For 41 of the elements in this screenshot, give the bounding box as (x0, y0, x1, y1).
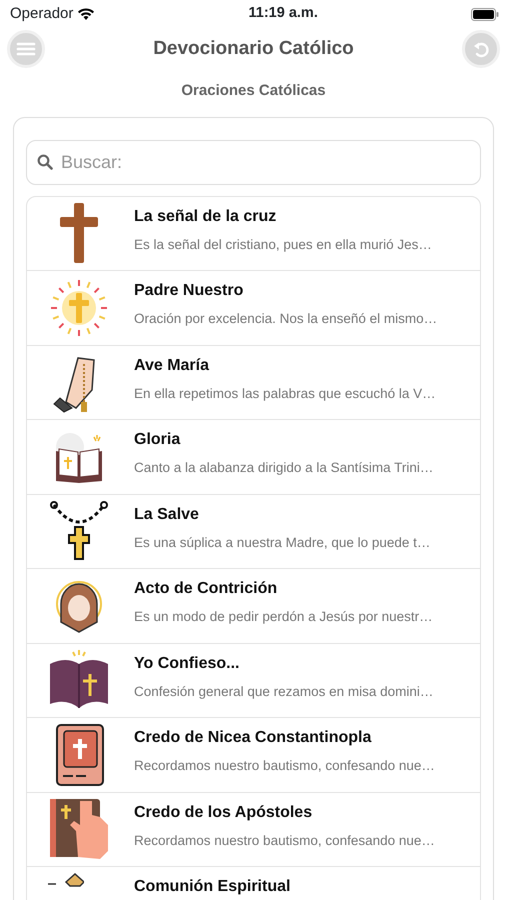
prayer-row[interactable]: Gloria Canto a la alabanza dirigido a la Santísima Trini… (27, 420, 480, 494)
prayer-row[interactable]: Credo de los Apóstoles Recordamos nuestro bautismo, confesando nue… (27, 792, 480, 867)
prayer-title: Gloria (134, 430, 182, 450)
prayer-row[interactable]: Credo de Nicea Constantinopla Recordamos nuestro bautismo, confesando nue… (27, 718, 480, 792)
prayer-row[interactable]: Acto de Contrición Es un modo de pedir perdón a Jesús por nuestr… (27, 569, 480, 644)
prayer-summary: Oración por excelencia. Nos la enseñó el mismo… (134, 310, 438, 328)
battery-icon (470, 8, 499, 20)
prayer-summary: Recordamos nuestro bautismo, confesando nue… (134, 832, 435, 850)
wifi-icon (77, 7, 96, 21)
prayer-summary: Confesión general que rezamos en misa domini… (134, 682, 434, 701)
prayer-summary: Recordamos nuestro bautismo, confesando nue… (134, 757, 435, 775)
prayer-row[interactable]: La Salve Es una súplica a nuestra Madre, que lo puede t… (27, 494, 480, 569)
prayer-title: Acto de Contrición (134, 579, 278, 599)
menu-icon (16, 41, 36, 57)
prayer-title: Yo Confieso... (134, 654, 240, 674)
back-button[interactable] (462, 30, 500, 68)
prayer-title: Credo de Nicea Constantinopla (134, 728, 372, 748)
carrier-name: Operador (10, 4, 74, 24)
search-icon (37, 154, 53, 170)
prayer-row[interactable]: Padre Nuestro Oración por excelencia. Nos la enseñó el mismo… (27, 271, 480, 346)
section-title: Oraciones Católicas (181, 81, 326, 101)
prayer-summary: Canto a la alabanza dirigido a la Santísima Trini… (134, 459, 434, 477)
prayer-title: La Salve (134, 504, 200, 524)
prayer-row[interactable]: Comunión Espiritual (27, 867, 480, 900)
menu-button[interactable] (7, 30, 45, 68)
prayer-row[interactable]: Yo Confieso... Confesión general que rezamos en misa domini… (27, 644, 480, 718)
prayer-summary: Es una súplica a nuestra Madre, que lo puede t… (134, 534, 430, 552)
prayer-row[interactable]: Ave María En ella repetimos las palabras que escuchó la V… (27, 346, 480, 420)
prayer-summary: En ella repetimos las palabras que escuchó la V… (134, 384, 436, 403)
clock-time: 11:19 a.m. (248, 4, 318, 24)
prayer-title: Ave María (134, 356, 210, 376)
prayer-summary: Es un modo de pedir perdón a Jesús por nuestr… (134, 608, 433, 626)
hand-on-book-icon (48, 797, 110, 862)
search-field[interactable]: Buscar: (26, 140, 481, 184)
prayer-row[interactable]: La señal de la cruz Es la señal del cristiano, pues en ella murió Jes… (27, 196, 480, 271)
prayer-title: Credo de los Apóstoles (134, 802, 314, 822)
prayer-title: Padre Nuestro (134, 281, 244, 301)
prayer-summary: Es la señal del cristiano, pues en ella murió Jes… (134, 236, 432, 254)
app-title: Devocionario Católico (153, 36, 354, 61)
prayer-title: Comunión Espiritual (134, 877, 290, 897)
prayer-title: La señal de la cruz (134, 206, 278, 226)
